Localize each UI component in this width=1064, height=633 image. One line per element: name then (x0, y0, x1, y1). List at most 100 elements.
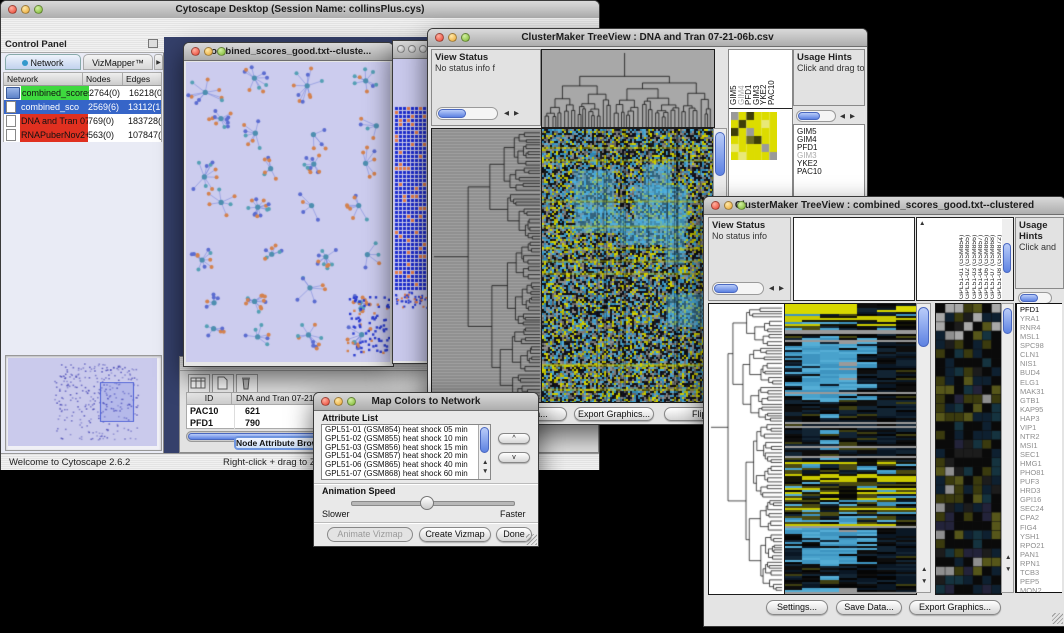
settings-button[interactable]: Settings... (766, 600, 828, 615)
treeview1-title-bar[interactable]: ClusterMaker TreeView : DNA and Tran 07-… (428, 29, 867, 47)
label-scrollbar[interactable] (1002, 219, 1013, 300)
attribute-item[interactable]: GPL51-07 (GSM868) heat shock 60 min (323, 470, 468, 479)
resize-grip[interactable] (1052, 613, 1063, 624)
row-dendrogram[interactable] (431, 128, 543, 403)
heatmap-canvas[interactable] (784, 303, 917, 595)
minimize-button[interactable] (204, 47, 213, 56)
tab-overflow-arrow[interactable]: ▶ (154, 54, 163, 70)
birdseye-overview[interactable] (5, 355, 162, 451)
export-graphics-button[interactable]: Export Graphics... (909, 600, 1001, 615)
minimize-button[interactable] (408, 45, 416, 53)
heatmap-canvas[interactable] (541, 128, 715, 403)
scroll-left-icon[interactable]: ◀ (769, 285, 774, 293)
scroll-left-icon[interactable]: ◀ (504, 110, 509, 118)
minimize-button[interactable] (334, 397, 343, 406)
scroll-down-icon[interactable]: ▼ (921, 578, 927, 586)
gene-label[interactable]: PAC10 (797, 168, 822, 176)
gene-list[interactable]: PFD1YRA1RNR4MSL1SPC98CLN1NIS1BUD4ELG1MAK… (1020, 305, 1045, 593)
gene-label[interactable]: PFD1 (1020, 305, 1045, 314)
minimize-button[interactable] (448, 33, 457, 42)
zoom-button[interactable] (34, 5, 43, 14)
gene-label[interactable]: HMG1 (1020, 459, 1045, 468)
minimize-button[interactable] (724, 201, 733, 210)
dialog-title-bar[interactable]: Map Colors to Network (314, 393, 538, 411)
gene-label[interactable]: GPI16 (1020, 495, 1045, 504)
dense-network-canvas[interactable] (393, 59, 430, 361)
resize-grip[interactable] (526, 534, 537, 545)
cytoscape-title-bar[interactable]: Cytoscape Desktop (Session Name: collins… (1, 1, 599, 19)
scroll-up-icon[interactable]: ▲ (919, 220, 925, 228)
scroll-down-icon[interactable]: ▼ (482, 468, 488, 476)
scroll-left-icon[interactable]: ◀ (840, 113, 845, 121)
gene-label[interactable]: RPN1 (1020, 559, 1045, 568)
scroll-up-icon[interactable]: ▲ (482, 459, 488, 467)
zoom-button[interactable] (461, 33, 470, 42)
animate-vizmap-button[interactable]: Animate Vizmap (327, 527, 413, 542)
gene-label[interactable]: SPC98 (1020, 341, 1045, 350)
new-page-icon[interactable] (212, 374, 234, 394)
gene-label[interactable]: MON2 (1020, 586, 1045, 593)
scroll-right-icon[interactable]: ▶ (779, 285, 784, 293)
gene-label[interactable]: KAP95 (1020, 405, 1045, 414)
view-status-scrollbar[interactable] (436, 107, 498, 120)
gene-label[interactable]: NTR2 (1020, 432, 1045, 441)
col-header-id[interactable]: ID (187, 393, 232, 404)
network-table-row[interactable]: DNA and Tran 07769(0)183728(0) (4, 114, 161, 128)
attribute-list-scrollbar[interactable]: ▲ ▼ (478, 425, 490, 479)
gene-label[interactable]: SEC1 (1020, 450, 1045, 459)
gene-label[interactable]: TCB3 (1020, 568, 1045, 577)
scroll-down-icon[interactable]: ▼ (1005, 566, 1011, 574)
view-status-scrollbar[interactable] (712, 282, 764, 295)
attribute-list[interactable]: GPL51-01 (GSM854) heat shock 05 minGPL51… (321, 424, 491, 480)
minimize-button[interactable] (21, 5, 30, 14)
gene-labels[interactable]: GIM5GIM4PFD1GIM3YKE2PAC10 (797, 128, 822, 176)
zoom-button[interactable] (217, 47, 226, 56)
close-button[interactable] (435, 33, 444, 42)
scroll-up-icon[interactable]: ▲ (1005, 554, 1011, 562)
gene-label[interactable]: BUD4 (1020, 368, 1045, 377)
zoom-button[interactable] (347, 397, 356, 406)
gene-label[interactable]: HRD3 (1020, 486, 1045, 495)
tab-vizmapper[interactable]: VizMapper™ (83, 54, 153, 70)
gene-label[interactable]: RPO21 (1020, 541, 1045, 550)
heatmap-vertical-scrollbar[interactable]: ▲ ▼ (916, 303, 931, 593)
scroll-up-icon[interactable]: ▲ (921, 566, 927, 574)
treeview2-title-bar[interactable]: ClusterMaker TreeView : combined_scores_… (704, 197, 1064, 215)
gene-label[interactable]: GTB1 (1020, 396, 1045, 405)
table-icon[interactable] (188, 374, 210, 394)
tab-network[interactable]: Network (5, 54, 81, 70)
close-button[interactable] (191, 47, 200, 56)
gene-label[interactable]: ELG1 (1020, 378, 1045, 387)
gene-label[interactable]: YRA1 (1020, 314, 1045, 323)
column-dendrogram[interactable] (541, 49, 715, 128)
overview-canvas[interactable] (8, 358, 157, 446)
network-table-row[interactable]: combined_scores_2764(0)16218(0) (4, 86, 161, 100)
gene-label[interactable]: YSH1 (1020, 532, 1045, 541)
gene-label[interactable]: VIP1 (1020, 423, 1045, 432)
gene-label[interactable]: MSI1 (1020, 441, 1045, 450)
network-window-title-bar[interactable]: combined_scores_good.txt--cluste... (184, 43, 393, 61)
gene-label[interactable]: MSL1 (1020, 332, 1045, 341)
close-button[interactable] (8, 5, 17, 14)
gene-label[interactable]: SEC24 (1020, 504, 1045, 513)
gene-label[interactable]: MAK31 (1020, 387, 1045, 396)
close-button[interactable] (711, 201, 720, 210)
zoom-button[interactable] (419, 45, 427, 53)
gene-label[interactable]: PAN1 (1020, 550, 1045, 559)
network-canvas[interactable] (186, 62, 390, 362)
zoom-button[interactable] (737, 201, 746, 210)
scroll-right-icon[interactable]: ▶ (850, 113, 855, 121)
gene-label[interactable]: FIG4 (1020, 523, 1045, 532)
float-panel-icon[interactable] (148, 39, 158, 48)
trash-icon[interactable] (236, 374, 258, 394)
network-table-row[interactable]: RNAPuberNov2+1563(0)107847(0) (4, 128, 161, 142)
close-button[interactable] (321, 397, 330, 406)
gene-label[interactable]: PEP5 (1020, 577, 1045, 586)
speed-slider-thumb[interactable] (420, 496, 434, 510)
gene-label[interactable]: RNR4 (1020, 323, 1045, 332)
column-dendrogram-area[interactable] (793, 217, 915, 301)
close-button[interactable] (397, 45, 405, 53)
move-down-button[interactable]: v (498, 452, 530, 463)
gene-label[interactable]: CPA2 (1020, 513, 1045, 522)
scroll-right-icon[interactable]: ▶ (514, 110, 519, 118)
